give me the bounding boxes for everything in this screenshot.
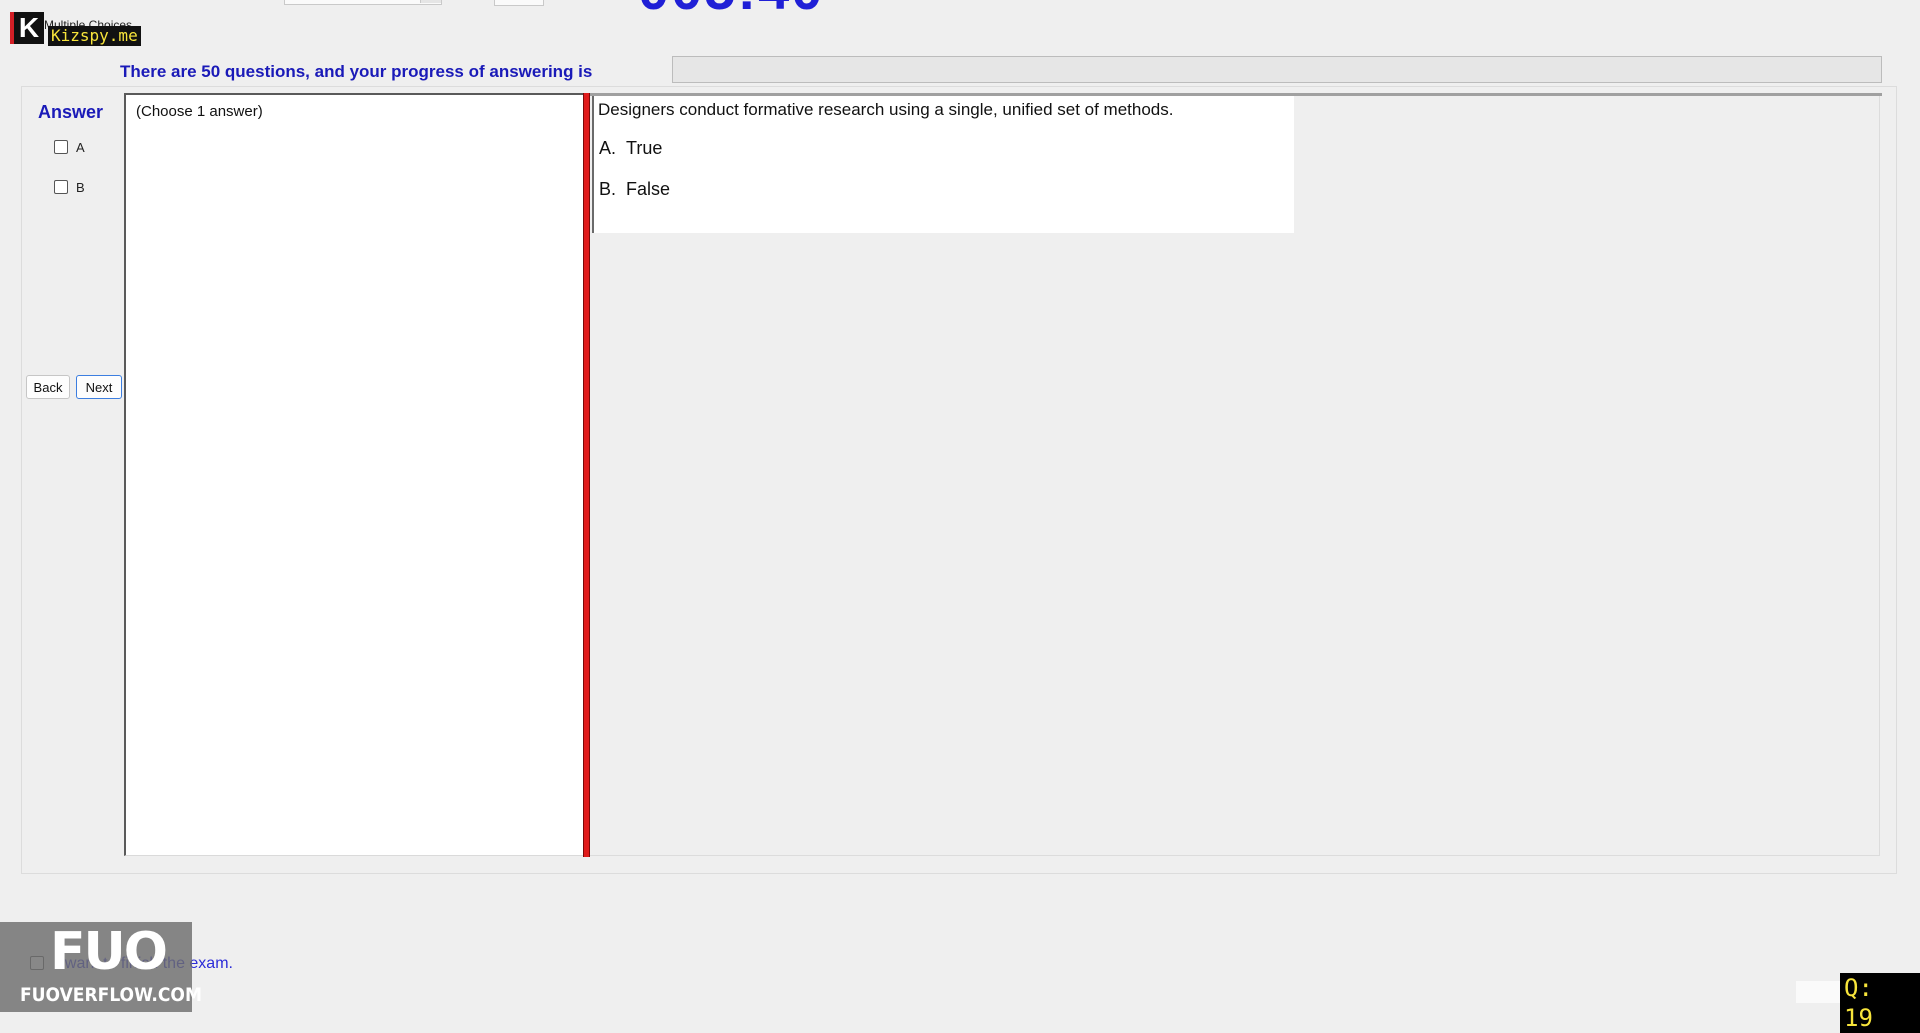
answer-option-b-label: B — [76, 179, 85, 195]
top-small-field[interactable] — [494, 0, 544, 6]
question-option-a: A. True — [599, 138, 662, 159]
progress-bar — [672, 56, 1882, 83]
question-box: Designers conduct formative research usi… — [592, 96, 1294, 233]
fuoverflow-logo: FUO FUOVERFLOW.COM — [0, 922, 202, 1012]
combobox-dropdown-button[interactable] — [420, 0, 441, 3]
fuo-logo-site: FUOVERFLOW.COM — [20, 984, 202, 1006]
checkbox-b[interactable] — [54, 180, 68, 194]
answer-option-a-label: A — [76, 139, 85, 155]
answer-option-a[interactable]: A — [54, 138, 85, 156]
progress-label: There are 50 questions, and your progres… — [120, 62, 593, 81]
answer-notes-panel: (Choose 1 answer) — [124, 93, 584, 856]
question-option-b: B. False — [599, 179, 670, 200]
top-combobox[interactable] — [284, 0, 442, 5]
fuo-logo-mark: FUO — [50, 922, 168, 982]
answer-title: Answer — [38, 102, 104, 122]
question-option-a-text: True — [626, 138, 663, 158]
kizspy-logo-icon: K — [10, 12, 44, 44]
back-button[interactable]: Back — [26, 375, 70, 399]
exam-timer: 005:40 — [638, 0, 824, 18]
question-option-a-letter: A. — [599, 138, 617, 158]
answer-option-b[interactable]: B — [54, 178, 85, 196]
kizspy-logo-text: Kizspy.me — [48, 26, 141, 46]
question-option-b-letter: B. — [599, 179, 617, 199]
next-button[interactable]: Next — [76, 375, 122, 399]
bottom-field — [1796, 981, 1844, 1003]
checkbox-a[interactable] — [54, 140, 68, 154]
question-counter: Q: 19 — [1840, 973, 1920, 1033]
choose-instruction: (Choose 1 answer) — [136, 103, 263, 120]
question-text: Designers conduct formative research usi… — [598, 100, 1174, 119]
question-option-b-text: False — [626, 179, 671, 199]
panel-splitter[interactable] — [583, 93, 590, 857]
